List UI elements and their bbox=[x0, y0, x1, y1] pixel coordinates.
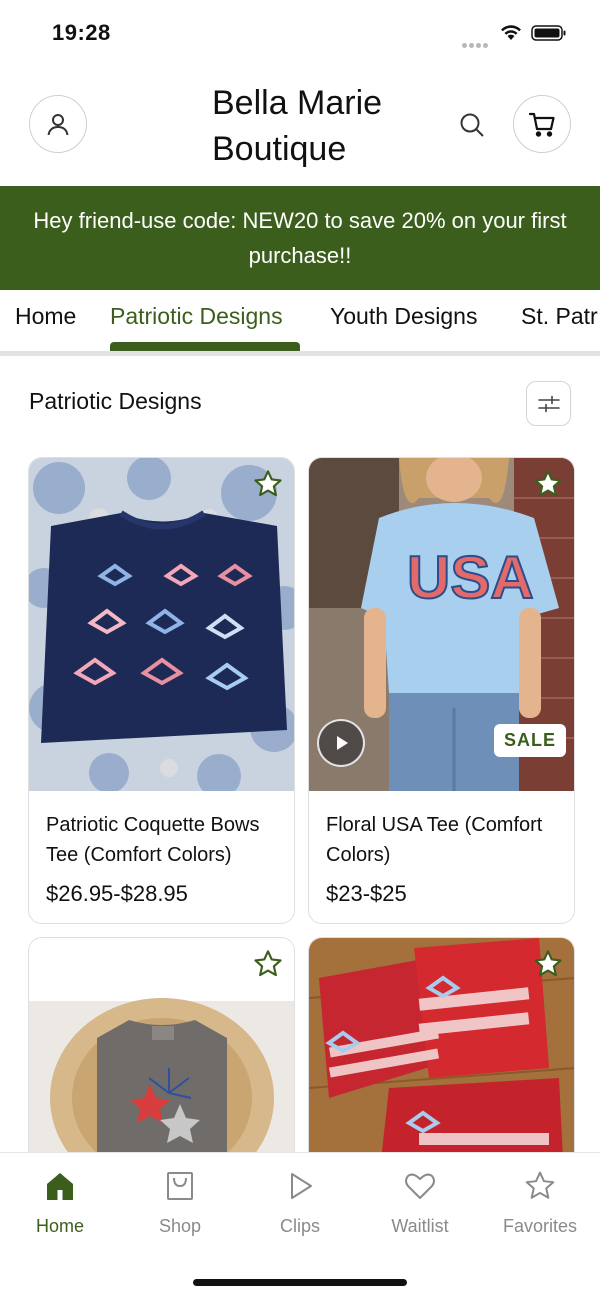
status-bar: 19:28 bbox=[0, 0, 600, 66]
status-time: 19:28 bbox=[52, 20, 111, 45]
brand-line-2: Boutique bbox=[212, 130, 347, 168]
section-title: Patriotic Designs bbox=[29, 388, 202, 414]
nav-label: Shop bbox=[158, 1216, 202, 1236]
category-tabs: Home Patriotic Designs Youth Designs St.… bbox=[0, 290, 600, 352]
nav-waitlist[interactable]: Waitlist bbox=[360, 1169, 480, 1249]
nav-label: Waitlist bbox=[391, 1216, 449, 1236]
play-icon bbox=[291, 1173, 312, 1199]
account-button[interactable] bbox=[29, 95, 87, 153]
nav-label: Home bbox=[35, 1216, 84, 1236]
product-price: $26.95-$28.95 bbox=[46, 881, 188, 906]
brand-title[interactable]: Bella Marie Boutique bbox=[212, 80, 442, 172]
svg-text:USA: USA bbox=[407, 544, 534, 611]
play-icon bbox=[337, 736, 348, 750]
app-header: Bella Marie Boutique bbox=[0, 66, 600, 186]
tab-st-patricks[interactable]: St. Patr bbox=[521, 303, 598, 330]
product-name[interactable]: Floral USA Tee (Comfort Colors) bbox=[326, 810, 561, 870]
brand-line-1: Bella Marie bbox=[212, 84, 383, 122]
nav-label: Clips bbox=[279, 1216, 320, 1236]
filter-button[interactable] bbox=[526, 381, 571, 426]
home-indicator[interactable] bbox=[193, 1279, 407, 1286]
signal-dots-icon bbox=[462, 35, 490, 48]
cart-button[interactable] bbox=[513, 95, 571, 153]
nav-label: Favorites bbox=[502, 1216, 578, 1236]
star-outline-icon bbox=[534, 470, 562, 497]
star-outline-icon bbox=[254, 950, 282, 977]
battery-icon bbox=[531, 25, 566, 41]
shopping-bag-icon bbox=[167, 1172, 193, 1200]
favorite-button[interactable] bbox=[531, 467, 565, 501]
favorite-button[interactable] bbox=[251, 467, 285, 501]
tab-home[interactable]: Home bbox=[15, 303, 76, 330]
product-image[interactable] bbox=[29, 458, 294, 791]
tab-patriotic-designs[interactable]: Patriotic Designs bbox=[110, 303, 283, 330]
star-icon bbox=[525, 1171, 555, 1199]
promo-banner[interactable]: Hey friend-use code: NEW20 to save 20% o… bbox=[0, 186, 600, 290]
sliders-icon bbox=[537, 395, 560, 412]
tab-youth-designs[interactable]: Youth Designs bbox=[330, 303, 477, 330]
bottom-nav: Home Shop Clips Waitlist Favorites bbox=[0, 1152, 600, 1299]
product-card[interactable]: USA SALE Floral USA Tee (Comfort Colors)… bbox=[308, 457, 575, 924]
person-icon bbox=[47, 114, 69, 136]
active-tab-indicator bbox=[110, 342, 300, 351]
favorite-button[interactable] bbox=[531, 947, 565, 981]
wifi-icon bbox=[501, 25, 521, 40]
bows-tee-photo bbox=[29, 458, 294, 791]
nav-clips[interactable]: Clips bbox=[240, 1169, 360, 1249]
heart-icon bbox=[405, 1173, 435, 1199]
product-card[interactable] bbox=[28, 937, 295, 1177]
nav-shop[interactable]: Shop bbox=[120, 1169, 240, 1249]
favorite-button[interactable] bbox=[251, 947, 285, 981]
product-card[interactable] bbox=[308, 937, 575, 1177]
star-outline-icon bbox=[534, 950, 562, 977]
product-price: $23-$25 bbox=[326, 881, 407, 906]
search-icon bbox=[460, 113, 484, 137]
cart-icon bbox=[528, 112, 555, 137]
nav-favorites[interactable]: Favorites bbox=[480, 1169, 600, 1249]
tabs-divider bbox=[0, 351, 600, 356]
sale-badge: SALE bbox=[493, 724, 566, 757]
star-outline-icon bbox=[254, 470, 282, 497]
nav-home[interactable]: Home bbox=[0, 1169, 120, 1249]
promo-text: Hey friend-use code: NEW20 to save 20% o… bbox=[33, 208, 567, 268]
search-button[interactable] bbox=[452, 105, 492, 145]
home-icon bbox=[47, 1173, 73, 1200]
product-card[interactable]: Patriotic Coquette Bows Tee (Comfort Col… bbox=[28, 457, 295, 924]
play-video-button[interactable] bbox=[317, 719, 365, 767]
product-name[interactable]: Patriotic Coquette Bows Tee (Comfort Col… bbox=[46, 810, 281, 870]
